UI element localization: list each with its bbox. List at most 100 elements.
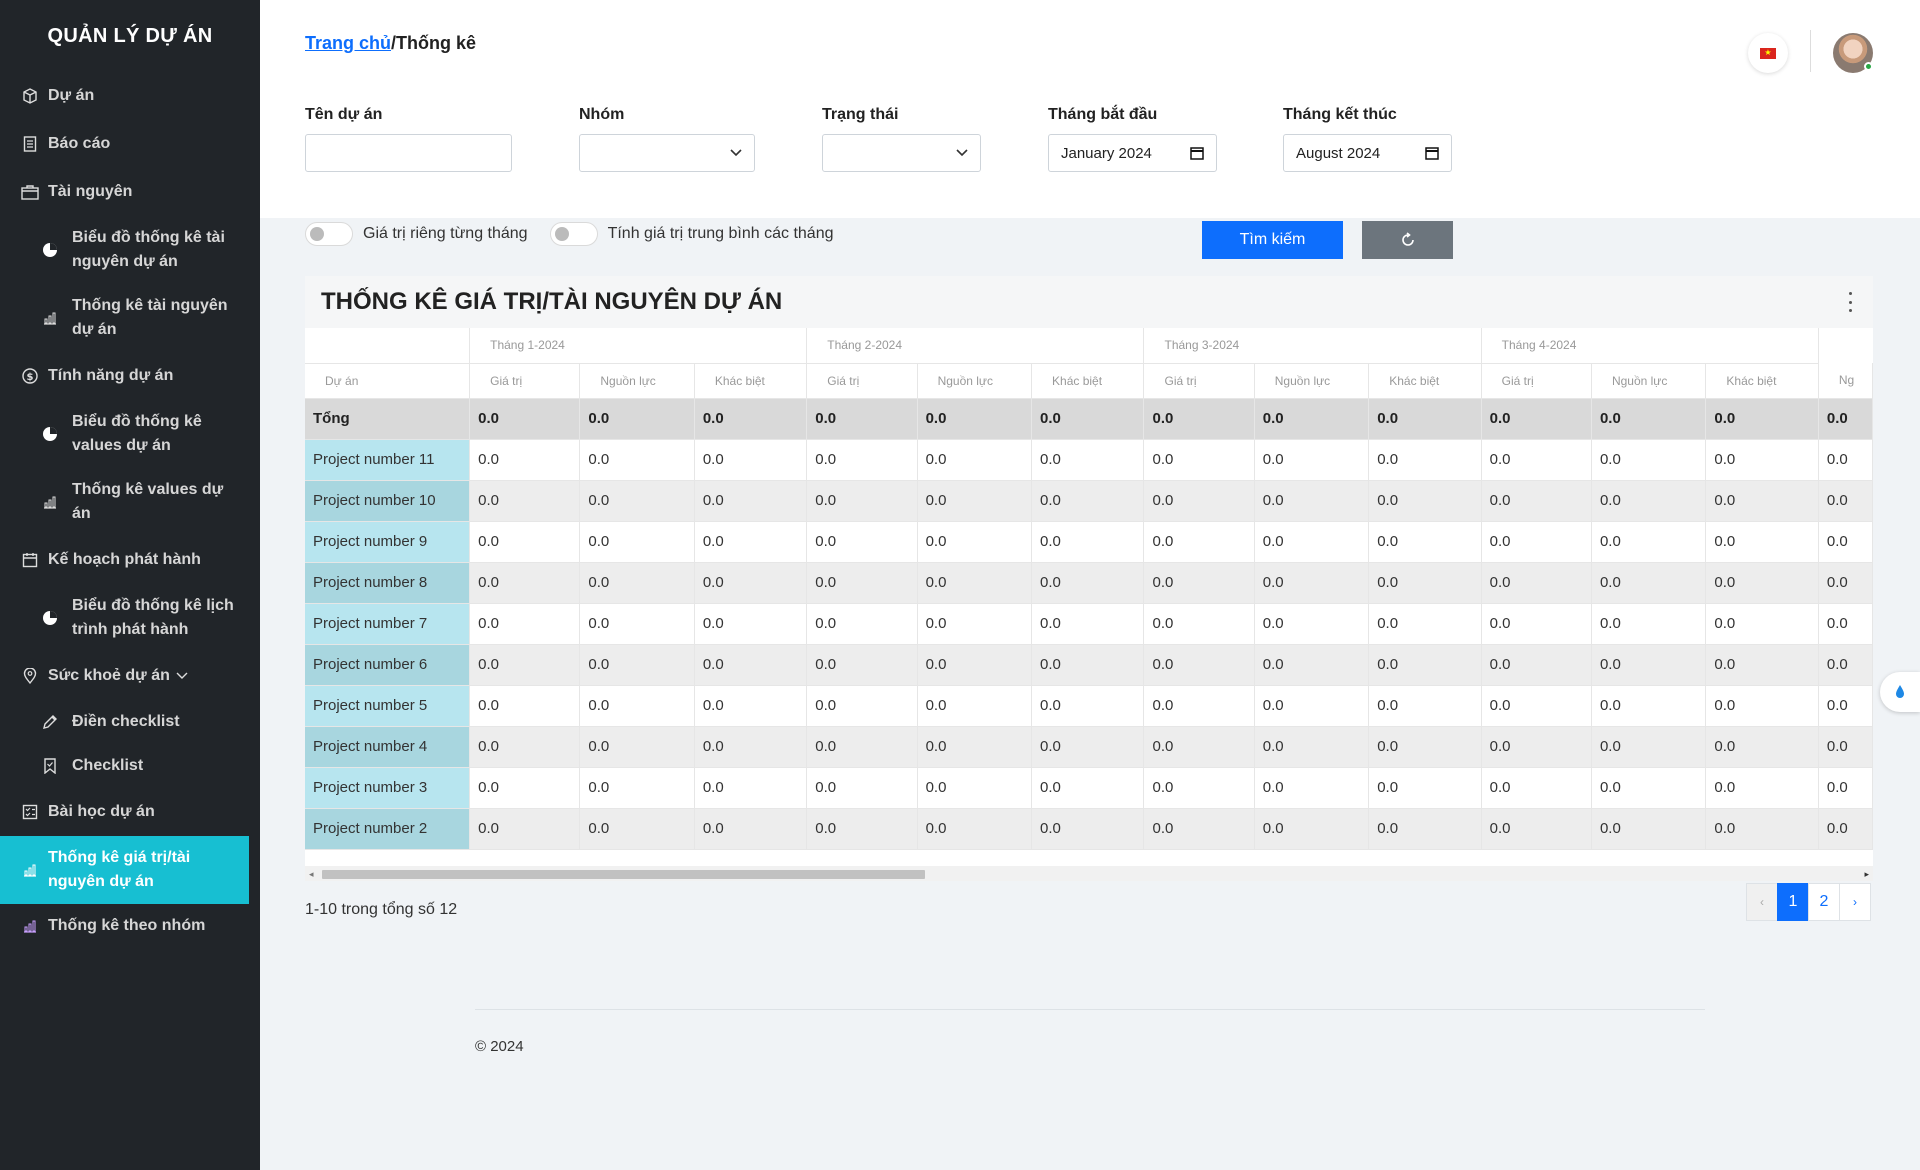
svg-text:$: $ [27, 372, 34, 383]
value-cell: 0.0 [694, 562, 808, 604]
breadcrumb-home-link[interactable]: Trang chủ [305, 33, 391, 53]
sidebar-item-lessons[interactable]: Bài học dự án [0, 788, 260, 836]
value-cell: 0.0 [1591, 767, 1707, 809]
sidebar-item-features[interactable]: $ Tính năng dự án [0, 352, 260, 400]
scrollbar-thumb[interactable] [322, 870, 925, 879]
sidebar-item-value-resource-stats[interactable]: Thống kê giá trị/tài nguyên dự án [0, 836, 249, 904]
value-cell: 0.0 [694, 644, 808, 686]
value-cell: 0.0 [917, 398, 1033, 440]
language-button[interactable]: ★ [1748, 33, 1788, 73]
header-empty-cell [305, 328, 471, 364]
value-cell: 0.0 [1254, 480, 1370, 522]
chevron-down-icon [730, 149, 742, 157]
more-options-icon[interactable] [1847, 292, 1853, 312]
average-toggle[interactable] [549, 222, 598, 246]
value-cell: 0.0 [1481, 398, 1592, 440]
sidebar-item-reports[interactable]: Báo cáo [0, 120, 260, 168]
value-cell: 0.0 [1705, 439, 1819, 481]
prev-page-button[interactable]: ‹ [1746, 883, 1778, 921]
horizontal-scrollbar[interactable]: ◂ ▸ [305, 866, 1873, 881]
box-icon [20, 182, 40, 202]
value-cell: 0.0 [469, 603, 581, 645]
month-header: Tháng 2-2024 [806, 328, 1145, 364]
value-cell: 0.0 [469, 644, 581, 686]
value-cell: 0.0 [917, 480, 1033, 522]
bar-chart-icon [20, 916, 40, 936]
sidebar-item-label: Dự án [48, 87, 95, 104]
value-cell: 0.0 [1368, 808, 1482, 850]
floating-helper-button[interactable] [1880, 672, 1920, 712]
sidebar-item-values-chart[interactable]: Biểu đồ thống kê values dự án [0, 400, 260, 468]
sidebar-item-label: Biểu đồ thống kê values dự án [72, 413, 202, 454]
value-cell: 0.0 [1481, 767, 1592, 809]
sidebar-item-label: Báo cáo [48, 135, 111, 152]
avatar[interactable] [1833, 33, 1873, 73]
project-name-input[interactable] [305, 134, 512, 172]
sidebar-item-release-chart[interactable]: Biểu đồ thống kê lịch trình phát hành [0, 584, 260, 652]
value-cell: 0.0 [1254, 562, 1370, 604]
calendar-icon[interactable] [1425, 146, 1439, 160]
group-select[interactable] [579, 134, 755, 172]
sidebar-nav: Dự án Báo cáo Tài nguyên Biểu đồ thống k… [0, 72, 260, 948]
filter-group: Nhóm [579, 106, 755, 172]
value-cell: 0.0 [1031, 767, 1145, 809]
value-cell: 0.0 [1591, 398, 1707, 440]
per-month-toggle-label: Giá trị riêng từng tháng [363, 225, 528, 242]
value-cell: 0.0 [1368, 439, 1482, 481]
search-button[interactable]: Tìm kiếm [1202, 221, 1343, 259]
filter-project-name: Tên dự án [305, 106, 512, 172]
sidebar-item-resources[interactable]: Tài nguyên [0, 168, 260, 216]
value-cell: 0.0 [1481, 603, 1592, 645]
sidebar-item-project-health[interactable]: Sức khoẻ dự án [0, 652, 260, 700]
value-cell: 0.0 [1705, 808, 1819, 850]
per-month-toggle[interactable] [305, 222, 353, 246]
sidebar-item-resource-stats[interactable]: Thống kê tài nguyên dự án [0, 284, 260, 352]
value-cell: 0.0 [1705, 726, 1819, 768]
value-cell: 0.0 [1031, 808, 1145, 850]
reset-button[interactable] [1362, 221, 1453, 259]
value-cell: 0.0 [1591, 562, 1707, 604]
sidebar-item-label: Tính năng dự án [48, 367, 174, 384]
sidebar-item-checklist[interactable]: Checklist [0, 744, 260, 788]
sidebar-item-fill-checklist[interactable]: Điền checklist [0, 700, 260, 744]
sidebar-item-resource-chart[interactable]: Biểu đồ thống kê tài nguyên dự án [0, 216, 260, 284]
sidebar-item-label: Điền checklist [72, 713, 180, 730]
status-select[interactable] [822, 134, 981, 172]
table-row: Project number 5 0.0 0.0 0.0 0.0 0.0 0.0 0.0 0.0… [305, 685, 1873, 727]
value-cell: 0.0 [1705, 521, 1819, 563]
scroll-left-arrow-icon[interactable]: ◂ [309, 869, 314, 880]
card-header: THỐNG KÊ GIÁ TRỊ/TÀI NGUYÊN DỰ ÁN [305, 276, 1873, 328]
value-cell: 0.0 [1368, 398, 1482, 440]
value-cell: 0.0 [469, 767, 581, 809]
filter-status: Trạng thái [822, 106, 981, 172]
value-cell: 0.0 [917, 562, 1033, 604]
metric-header: Nguồn lực [579, 363, 695, 399]
breadcrumb-current: Thống kê [396, 33, 477, 53]
document-icon [20, 134, 40, 154]
scroll-right-arrow-icon[interactable]: ▸ [1864, 869, 1869, 880]
page-1-button[interactable]: 1 [1777, 883, 1809, 921]
sidebar-item-projects[interactable]: Dự án [0, 72, 260, 120]
value-cell: 0.0 [579, 767, 695, 809]
value-cell: 0.0 [1254, 726, 1370, 768]
value-cell: 0.0 [1818, 726, 1873, 768]
value-cell: 0.0 [579, 685, 695, 727]
start-month-input[interactable]: January 2024 [1048, 134, 1217, 172]
next-page-button[interactable]: › [1839, 883, 1871, 921]
sidebar-item-group-stats[interactable]: Thống kê theo nhóm [0, 904, 249, 948]
value-cell: 0.0 [1818, 644, 1873, 686]
calendar-icon[interactable] [1190, 146, 1204, 160]
sidebar-item-release-plan[interactable]: Kế hoạch phát hành [0, 536, 260, 584]
bar-chart-icon [20, 860, 40, 880]
page-2-button[interactable]: 2 [1808, 883, 1840, 921]
value-cell: 0.0 [1591, 521, 1707, 563]
table-row: Project number 6 0.0 0.0 0.0 0.0 0.0 0.0 0.0 0.0… [305, 644, 1873, 686]
value-cell: 0.0 [469, 562, 581, 604]
value-cell: 0.0 [694, 685, 808, 727]
sidebar-item-values-stats[interactable]: Thống kê values dự án [0, 468, 260, 536]
end-month-input[interactable]: August 2024 [1283, 134, 1452, 172]
metric-header: Nguồn lực [917, 363, 1033, 399]
value-cell: 0.0 [1481, 726, 1592, 768]
filter-end-month: Tháng kết thúc August 2024 [1283, 106, 1452, 172]
dollar-circle-icon: $ [20, 366, 40, 386]
